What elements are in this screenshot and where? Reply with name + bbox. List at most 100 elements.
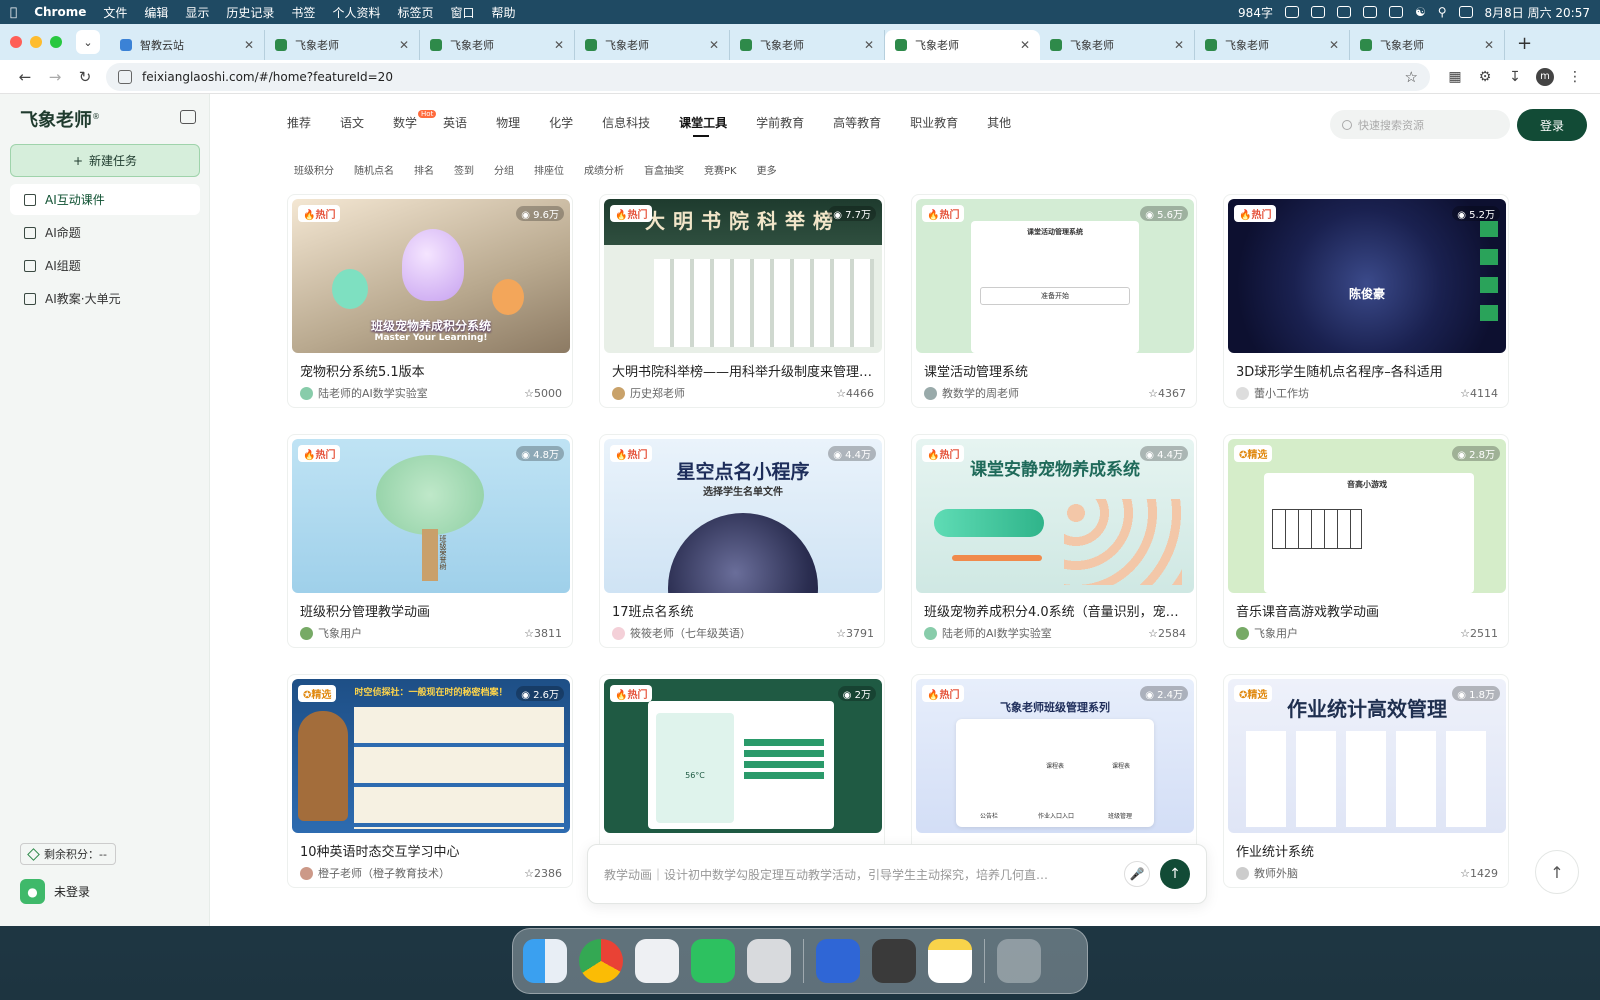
- card-title[interactable]: 课堂活动管理系统: [924, 361, 1189, 380]
- close-tab-icon[interactable]: ✕: [244, 38, 254, 52]
- send-button[interactable]: ↑: [1160, 859, 1190, 889]
- author-name[interactable]: 教师外脑: [1254, 865, 1460, 881]
- new-tab-button[interactable]: +: [1517, 33, 1532, 54]
- sidebar-item-ai-question[interactable]: AI命题: [10, 217, 200, 248]
- status-icon[interactable]: [1284, 6, 1299, 18]
- download-icon[interactable]: ↧: [1500, 69, 1530, 85]
- site-logo[interactable]: 飞象老师®: [20, 106, 100, 132]
- resource-card[interactable]: 课堂安静宠物养成系统 🔥热门 ◉ 4.4万 班级宠物养成积分4.0系统（音量识别…: [911, 434, 1197, 648]
- menubar-app-name[interactable]: Chrome: [34, 5, 86, 19]
- author-name[interactable]: 橙子老师（橙子教育技术）: [318, 865, 524, 881]
- notes-icon[interactable]: [928, 939, 972, 983]
- subcat-score-analysis[interactable]: 成绩分析: [584, 162, 624, 177]
- sidebar-login[interactable]: ● 未登录: [20, 879, 90, 904]
- favorite-count[interactable]: ☆3791: [836, 627, 874, 640]
- chrome-icon[interactable]: [579, 939, 623, 983]
- address-bar[interactable]: feixianglaoshi.com/#/home?featureId=20 ☆: [106, 62, 1430, 91]
- close-window-button[interactable]: [10, 36, 22, 48]
- tab-preschool[interactable]: 学前教育: [756, 114, 804, 137]
- menu-view[interactable]: 显示: [185, 4, 209, 21]
- card-title[interactable]: 班级积分管理教学动画: [300, 601, 565, 620]
- wechat-icon[interactable]: [691, 939, 735, 983]
- minimize-window-button[interactable]: [30, 36, 42, 48]
- close-tab-icon[interactable]: ✕: [399, 38, 409, 52]
- status-icon[interactable]: [1336, 6, 1351, 18]
- tab-higher-edu[interactable]: 高等教育: [833, 114, 881, 137]
- author-name[interactable]: 筱筱老师（七年级英语）: [630, 625, 836, 641]
- tab-chemistry[interactable]: 化学: [549, 114, 573, 137]
- favorite-count[interactable]: ☆3811: [524, 627, 562, 640]
- subcat-seating[interactable]: 排座位: [534, 162, 564, 177]
- resource-card[interactable]: 班级荣誉树 🔥热门 ◉ 4.8万 班级积分管理教学动画 飞象用户 ☆3811: [287, 434, 573, 648]
- tab-chinese[interactable]: 语文: [340, 114, 364, 137]
- microphone-icon[interactable]: 🎤: [1124, 861, 1150, 887]
- favorite-count[interactable]: ☆2511: [1460, 627, 1498, 640]
- browser-tab[interactable]: 飞象老师 ✕: [420, 30, 575, 60]
- battery-icon[interactable]: [1388, 6, 1403, 18]
- close-tab-icon[interactable]: ✕: [709, 38, 719, 52]
- tab-math[interactable]: 数学 Hot: [393, 110, 437, 137]
- subcat-checkin[interactable]: 签到: [454, 162, 474, 177]
- subcat-more[interactable]: 更多: [757, 162, 777, 177]
- more-menu-icon[interactable]: ⋮: [1560, 69, 1590, 85]
- wechat-status-icon[interactable]: [1362, 6, 1377, 18]
- sidebar-item-ai-courseware[interactable]: AI互动课件: [10, 184, 200, 215]
- menu-help[interactable]: 帮助: [491, 4, 515, 21]
- wifi-icon[interactable]: ☯: [1415, 5, 1426, 19]
- menu-file[interactable]: 文件: [103, 4, 127, 21]
- sidebar-item-ai-paper[interactable]: AI组题: [10, 250, 200, 281]
- subcat-competition[interactable]: 竞赛PK: [704, 162, 737, 177]
- author-name[interactable]: 蕾小工作坊: [1254, 385, 1460, 401]
- menu-profiles[interactable]: 个人资料: [332, 4, 380, 21]
- favorite-count[interactable]: ☆4466: [836, 387, 874, 400]
- browser-tab[interactable]: 飞象老师 ✕: [575, 30, 730, 60]
- browser-tab[interactable]: 飞象老师 ✕: [1195, 30, 1350, 60]
- subcat-grouping[interactable]: 分组: [494, 162, 514, 177]
- search-input[interactable]: 快速搜索资源: [1330, 110, 1510, 139]
- menu-bookmarks[interactable]: 书签: [291, 4, 315, 21]
- author-name[interactable]: 陆老师的AI数学实验室: [942, 625, 1148, 641]
- extension-icon[interactable]: ▦: [1440, 69, 1470, 85]
- tab-recommend[interactable]: 推荐: [287, 114, 311, 137]
- favorite-count[interactable]: ☆2584: [1148, 627, 1186, 640]
- menubar-clock[interactable]: 8月8日 周六 20:57: [1485, 4, 1590, 21]
- close-tab-icon[interactable]: ✕: [1020, 38, 1030, 52]
- sidebar-item-ai-lesson-plan[interactable]: AI教案·大单元: [10, 283, 200, 314]
- close-tab-icon[interactable]: ✕: [1174, 38, 1184, 52]
- url-text[interactable]: feixianglaoshi.com/#/home?featureId=20: [142, 70, 393, 84]
- site-info-icon[interactable]: [118, 69, 132, 84]
- tab-english[interactable]: 英语: [443, 114, 467, 137]
- tab-vocational[interactable]: 职业教育: [910, 114, 958, 137]
- back-icon[interactable]: ←: [10, 68, 40, 86]
- trash-icon[interactable]: [997, 939, 1041, 983]
- control-center-icon[interactable]: [1458, 6, 1473, 18]
- browser-tab[interactable]: 智教云站 ✕: [110, 30, 265, 60]
- app-r-icon[interactable]: [816, 939, 860, 983]
- back-to-top-button[interactable]: ↑: [1535, 850, 1579, 894]
- tab-other[interactable]: 其他: [987, 114, 1011, 137]
- sublime-text-icon[interactable]: [872, 939, 916, 983]
- card-title[interactable]: 音乐课音高游戏教学动画: [1236, 601, 1501, 620]
- ai-prompt-bar[interactable]: 教学动画｜设计初中数学勾股定理互动教学活动，引导学生主动探究，培养几何直… 🎤 …: [587, 844, 1207, 904]
- prompt-input[interactable]: 教学动画｜设计初中数学勾股定理互动教学活动，引导学生主动探究，培养几何直…: [604, 866, 1110, 883]
- resource-card[interactable]: 班级宠物养成积分系统 Master Your Learning! 🔥热门 ◉ 9…: [287, 194, 573, 408]
- forward-icon[interactable]: →: [40, 68, 70, 86]
- resource-card[interactable]: 课堂活动管理系统 准备开始 🔥热门 ◉ 5.6万 课堂活动管理系统 教数学的周老…: [911, 194, 1197, 408]
- author-name[interactable]: 陆老师的AI数学实验室: [318, 385, 524, 401]
- new-task-button[interactable]: + 新建任务: [10, 144, 200, 177]
- apple-icon[interactable]: : [10, 5, 17, 19]
- card-title[interactable]: 作业统计系统: [1236, 841, 1501, 860]
- subcat-ranking[interactable]: 排名: [414, 162, 434, 177]
- subcat-random-call[interactable]: 随机点名: [354, 162, 394, 177]
- browser-tab[interactable]: 飞象老师 ✕: [1040, 30, 1195, 60]
- author-name[interactable]: 飞象用户: [318, 625, 524, 641]
- card-title[interactable]: 班级宠物养成积分4.0系统（音量识别，宠…: [924, 601, 1189, 620]
- browser-tab[interactable]: 飞象老师 ✕: [1350, 30, 1505, 60]
- card-title[interactable]: 大明书院科举榜——用科举升级制度来管理…: [612, 361, 877, 380]
- favorite-count[interactable]: ☆5000: [524, 387, 562, 400]
- preview-icon[interactable]: [747, 939, 791, 983]
- spotlight-icon[interactable]: ⚲: [1438, 5, 1447, 19]
- tab-info-tech[interactable]: 信息科技: [602, 114, 650, 137]
- card-title[interactable]: 17班点名系统: [612, 601, 877, 620]
- menu-window[interactable]: 窗口: [450, 4, 474, 21]
